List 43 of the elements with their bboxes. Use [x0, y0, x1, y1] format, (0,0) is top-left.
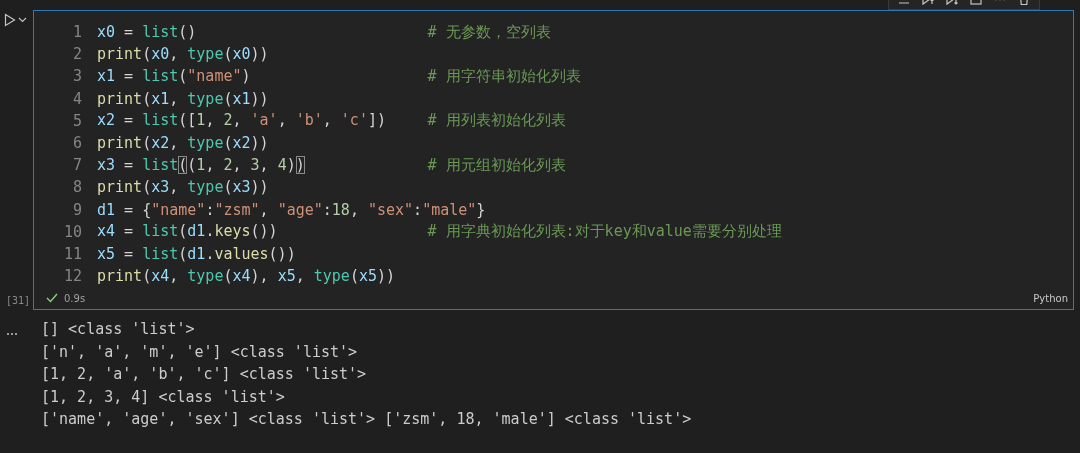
line-number: 2: [71, 45, 82, 64]
more-icon[interactable]: [6, 332, 18, 336]
code-line: x3 = list((1, 2, 3, 4)): [97, 155, 305, 174]
code-comment: # 用字符串初始化列表: [427, 66, 581, 86]
line-number: 1: [71, 23, 82, 42]
line-number: 5: [71, 111, 82, 130]
code-comment: # 用字典初始化列表:对于key和value需要分别处理: [427, 222, 782, 242]
execution-time: 0.9s: [64, 292, 86, 304]
output-line: [1, 2, 'a', 'b', 'c'] <class 'list'>: [41, 364, 368, 385]
code-line: print(x2, type(x2)): [97, 134, 269, 153]
line-number: 7: [71, 156, 82, 175]
output-line: ['n', 'a', 'm', 'e'] <class 'list'>: [41, 341, 359, 363]
line-number: 12: [62, 267, 82, 286]
code-line: x1 = list("name"): [97, 66, 251, 85]
line-number: 3: [71, 67, 82, 86]
run-cell-button[interactable]: [4, 13, 16, 27]
code-line: print(x0, type(x0)): [97, 45, 269, 64]
line-number: 8: [71, 178, 82, 197]
code-comment: # 无参数，空列表: [427, 22, 551, 42]
code-line: print(x3, type(x3)): [97, 178, 269, 197]
code-line: x2 = list([1, 2, 'a', 'b', 'c']): [97, 111, 386, 130]
code-line: x4 = list(d1.keys()): [97, 222, 278, 241]
line-number: 9: [71, 200, 82, 219]
output-line: [] <class 'list'>: [41, 319, 196, 340]
output-line: [1, 2, 3, 4] <class 'list'>: [41, 386, 286, 408]
code-line: d1 = {"name":"zsm", "age":18, "sex":"male"}: [97, 200, 486, 219]
code-line: print(x4, type(x4), x5, type(x5)): [97, 267, 396, 286]
line-number: 4: [71, 89, 82, 108]
output-line: ['name', 'age', 'sex'] <class 'list'> ['zsm', 18, 'male'] <class 'list'>: [41, 409, 692, 430]
execution-count: [31]: [5, 295, 32, 308]
run-options-button[interactable]: [18, 17, 27, 23]
code-cell[interactable]: [33, 10, 1074, 310]
line-number: 11: [62, 244, 82, 263]
code-line: x5 = list(d1.values()): [97, 244, 296, 263]
line-number: 10: [62, 222, 82, 241]
chevron-down-icon: [18, 17, 27, 23]
line-number: 6: [71, 134, 82, 153]
play-icon: [4, 13, 16, 27]
code-comment: # 用元组初始化列表: [427, 155, 566, 175]
code-line: x0 = list(): [97, 22, 197, 41]
language-label[interactable]: Python: [1033, 292, 1068, 304]
code-comment: # 用列表初始化列表: [427, 111, 566, 131]
code-line: print(x1, type(x1)): [97, 89, 269, 108]
